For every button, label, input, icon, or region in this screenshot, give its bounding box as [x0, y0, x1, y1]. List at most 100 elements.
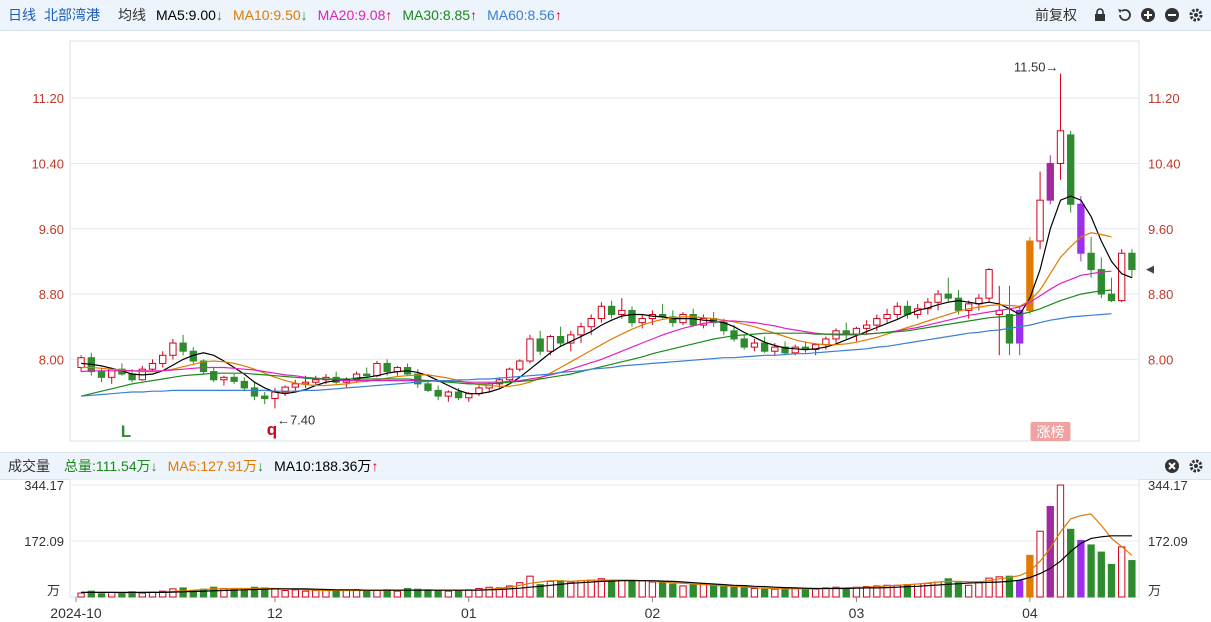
candle — [77, 357, 85, 369]
candle — [607, 305, 616, 315]
date-tick-label: 12 — [267, 605, 283, 621]
price-tick-left: 11.20 — [32, 91, 64, 106]
volume-bar — [444, 590, 453, 598]
candle — [383, 362, 391, 373]
volume-bar — [771, 588, 779, 598]
volume-ma10-legend: MA10:188.36万↑ — [274, 456, 378, 476]
volume-total-legend: 总量:111.54万↓ — [64, 456, 158, 476]
candle — [597, 305, 606, 320]
volume-bar — [465, 589, 473, 598]
volume-bar — [301, 590, 310, 598]
ma5-value: MA5:9.00 — [156, 7, 216, 23]
candle — [546, 336, 555, 352]
candle — [424, 383, 432, 391]
candle — [169, 342, 177, 356]
volume-bar — [658, 582, 667, 598]
volume-bar — [750, 588, 759, 598]
candle — [97, 371, 106, 378]
candle — [750, 342, 759, 348]
arrow-up-icon: ↑ — [371, 458, 379, 474]
candle — [883, 313, 891, 320]
price-tick-right: 10.40 — [1148, 156, 1181, 171]
volume-bar — [454, 589, 463, 598]
volume-bar — [689, 584, 697, 598]
volume-bar — [781, 588, 789, 598]
candle — [587, 318, 595, 328]
chart-toolbar: 日线 北部湾港 均线 MA5:9.00↓ MA10:9.50↓ MA20:9.0… — [0, 0, 1211, 31]
candle — [873, 318, 881, 326]
candle — [1046, 162, 1054, 201]
undo-icon[interactable] — [1115, 6, 1133, 24]
volume-bar — [1056, 484, 1065, 598]
price-tick-right: 8.00 — [1148, 352, 1173, 367]
price-chart[interactable]: 8.00 8.00 8.80 8.80 9.60 9.60 10.40 10.40 11.20 1… — [0, 31, 1211, 452]
candle — [526, 338, 534, 362]
lock-icon[interactable] — [1091, 6, 1109, 24]
volume-bar — [434, 589, 442, 598]
date-tick-label: 2024-10 — [50, 605, 102, 621]
price-tick-right: 8.80 — [1148, 287, 1173, 302]
candle — [250, 387, 259, 397]
settings-icon[interactable] — [1187, 6, 1205, 24]
volume-bar — [1067, 528, 1075, 598]
candle — [1036, 199, 1044, 242]
volume-bar — [1128, 560, 1136, 598]
candle — [1056, 130, 1065, 164]
volume-bar — [138, 592, 146, 598]
volume-bar — [720, 586, 728, 598]
candle — [434, 389, 442, 397]
date-tick-label: 03 — [849, 605, 865, 621]
candle — [291, 383, 300, 388]
volume-bar — [312, 589, 320, 598]
volume-bar — [607, 580, 616, 598]
price-tick-left: 8.00 — [39, 352, 64, 367]
adjust-selector[interactable]: 前复权 — [1035, 5, 1077, 25]
volume-bar — [1097, 551, 1105, 598]
price-tick-left: 9.60 — [39, 222, 64, 237]
volume-chart[interactable]: 344.17 344.17 172.09 172.09 万 万 2024-10 12 01 02 0… — [0, 479, 1211, 622]
candle — [618, 309, 626, 315]
volume-bar — [77, 592, 85, 598]
settings-icon[interactable] — [1187, 457, 1205, 475]
volume-bar — [801, 589, 810, 598]
close-icon[interactable] — [1163, 457, 1181, 475]
plot-area — [69, 40, 1140, 442]
rank-badge-label: 涨榜 — [1036, 424, 1064, 440]
candle — [822, 338, 830, 346]
candle — [740, 338, 748, 348]
ma20-value: MA20:9.08 — [317, 7, 386, 23]
candle — [1128, 252, 1136, 271]
volume-total-value: 总量:111.54万 — [64, 458, 151, 474]
marker-l: L — [121, 422, 131, 441]
volume-bar — [199, 588, 208, 598]
candle — [1107, 293, 1116, 302]
candle — [1087, 252, 1095, 271]
price-tick-left: 8.80 — [39, 287, 64, 302]
arrow-down-icon: ↓ — [300, 7, 308, 23]
date-tick-label: 02 — [645, 605, 661, 621]
candle — [1067, 134, 1075, 205]
candle — [261, 395, 269, 400]
candle — [536, 338, 544, 352]
candle — [1077, 203, 1085, 254]
ma30-value: MA30:8.85 — [402, 7, 471, 23]
candle — [730, 330, 738, 340]
zoom-out-icon[interactable] — [1163, 6, 1181, 24]
candle — [954, 297, 963, 311]
low-price-label: ←7.40 — [277, 412, 315, 427]
period-label[interactable]: 日线 — [8, 5, 36, 25]
zoom-in-icon[interactable] — [1139, 6, 1157, 24]
volume-bar — [332, 590, 340, 598]
volume-tick-right: 172.09 — [1148, 534, 1188, 549]
ma5-legend: MA5:9.00↓ — [156, 7, 223, 23]
volume-bar — [240, 589, 248, 598]
volume-bar — [954, 582, 963, 598]
volume-toolbar: 成交量 总量:111.54万↓ MA5:127.91万↓ MA10:188.36… — [0, 452, 1211, 480]
volume-bar — [556, 580, 565, 598]
volume-bar — [424, 589, 432, 598]
volume-tick-right: 344.17 — [1148, 479, 1188, 493]
arrow-up-icon: ↑ — [385, 7, 393, 23]
arrow-up-icon: ↑ — [470, 7, 478, 23]
volume-bar — [669, 583, 677, 598]
candle — [556, 336, 565, 344]
